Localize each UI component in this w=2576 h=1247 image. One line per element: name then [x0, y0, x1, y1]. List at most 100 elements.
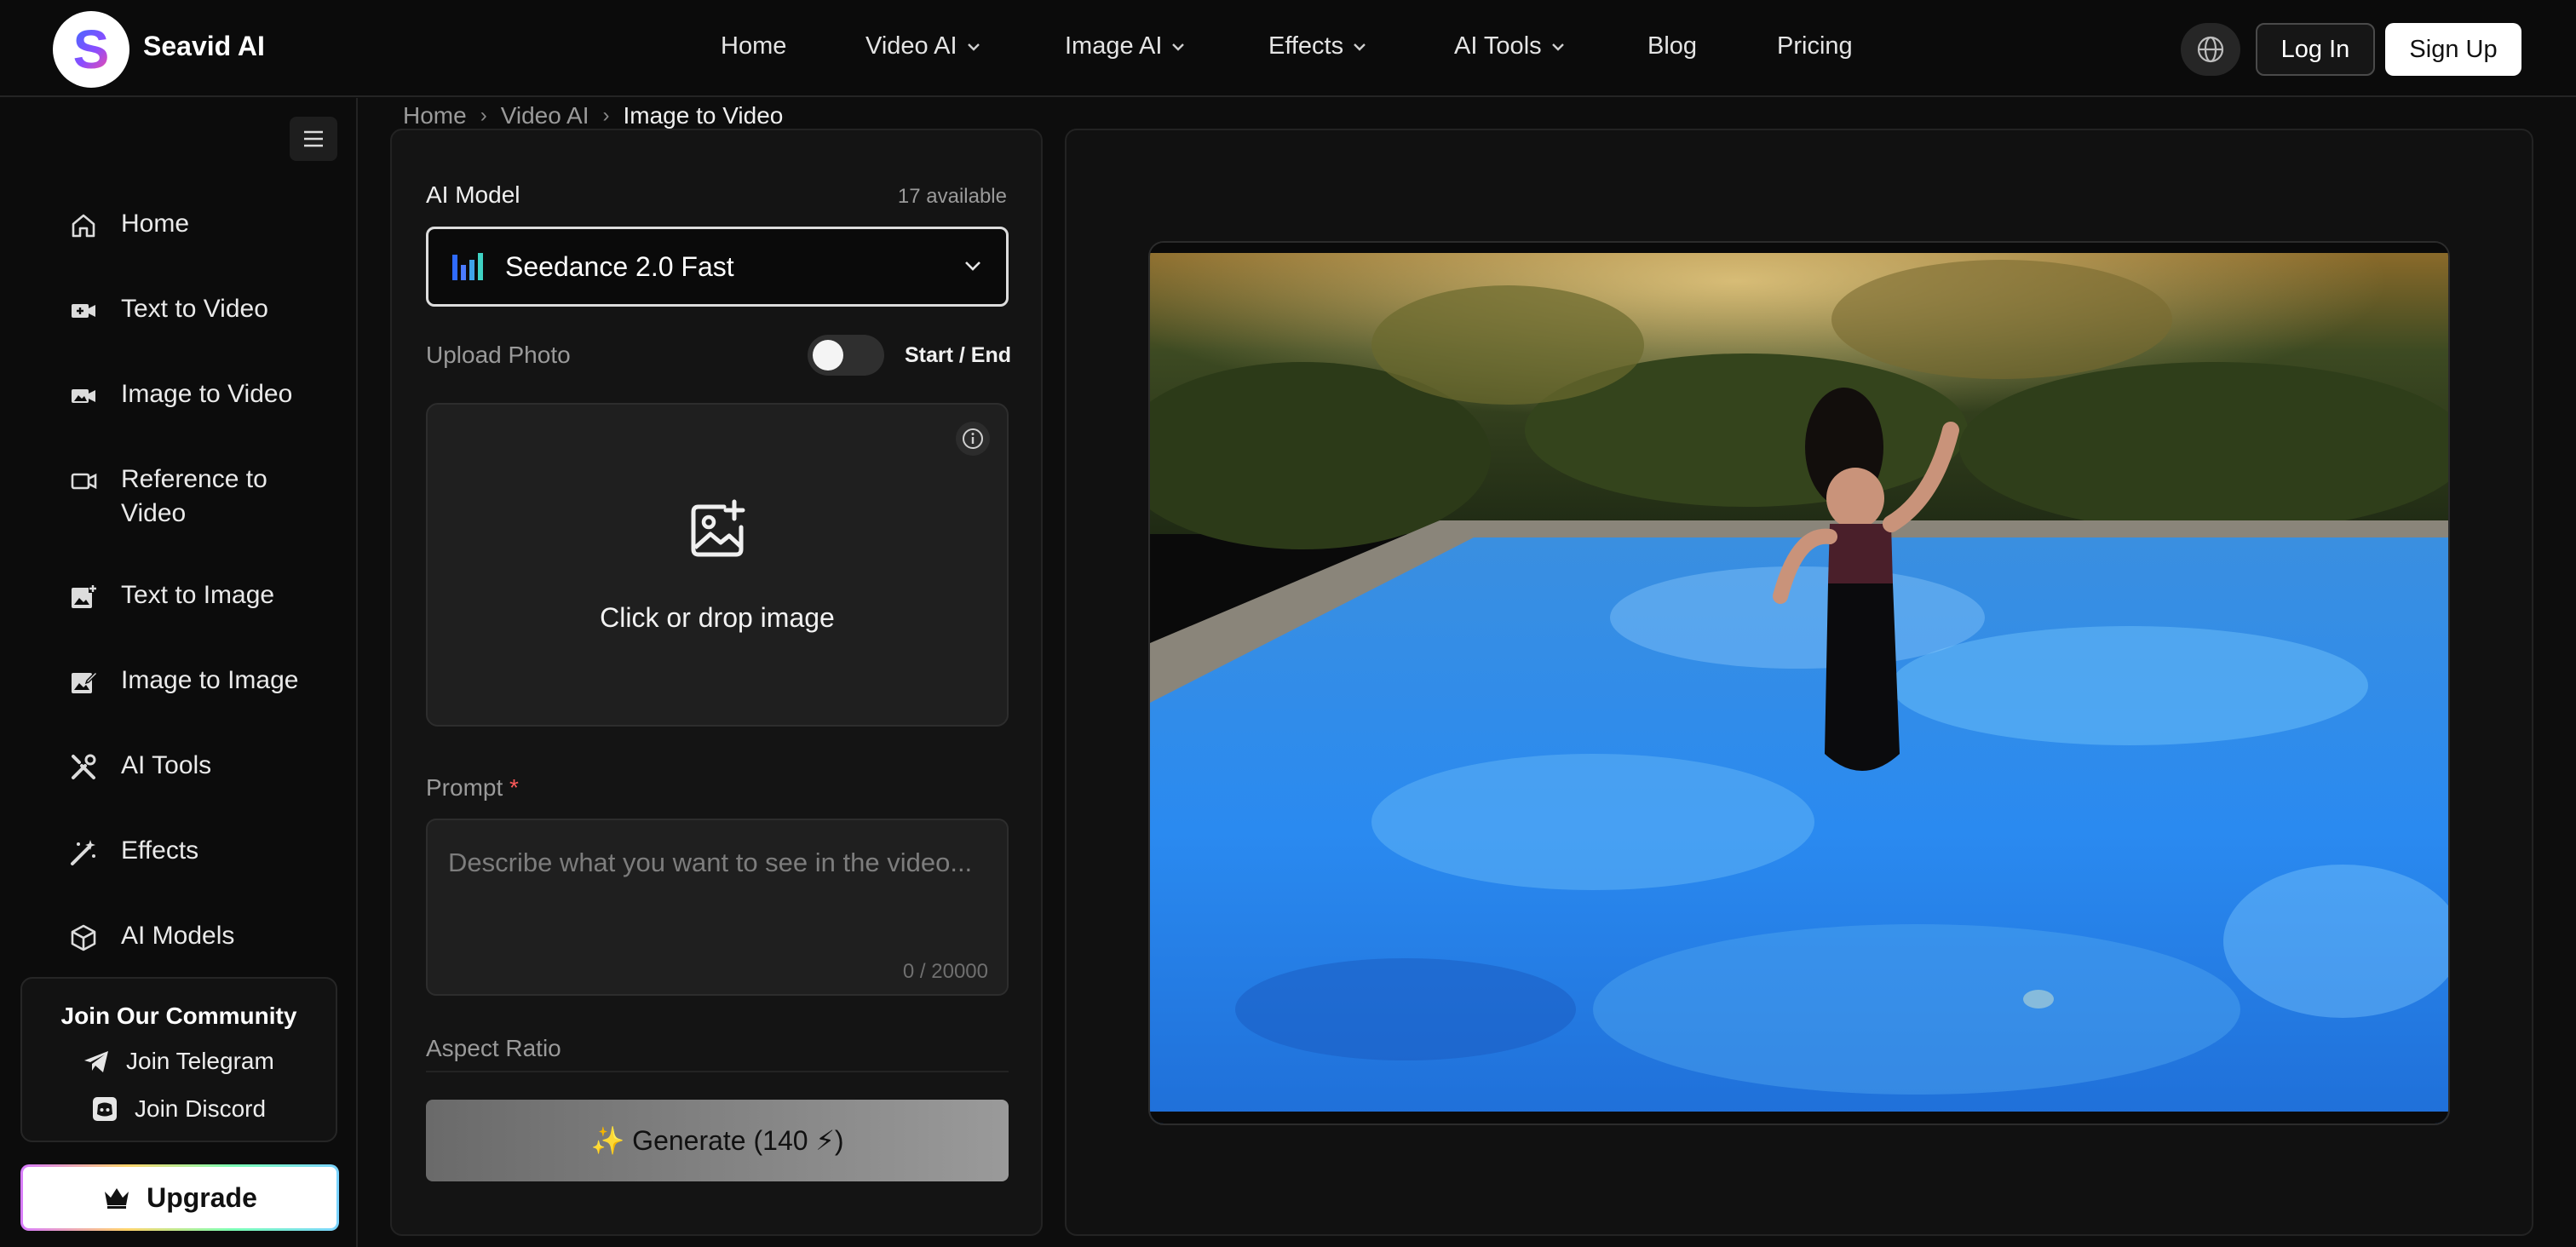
- nav-effects[interactable]: Effects: [1268, 32, 1367, 60]
- discord-icon: [93, 1097, 117, 1121]
- globe-icon: [2197, 36, 2224, 63]
- prompt-char-counter: 0 / 20000: [902, 960, 988, 983]
- join-telegram-label: Join Telegram: [126, 1048, 274, 1074]
- login-button[interactable]: Log In: [2256, 23, 2375, 76]
- image-upload-dropzone[interactable]: Click or drop image: [426, 403, 1009, 727]
- menu-icon: [304, 130, 323, 147]
- chevron-down-icon: [967, 43, 980, 51]
- nav-pricing-label: Pricing: [1777, 32, 1853, 60]
- brand-name[interactable]: Seavid AI: [143, 31, 265, 62]
- model-selected: Seedance 2.0 Fast: [505, 250, 734, 282]
- sidebar-item-image-to-image[interactable]: Image to Image: [68, 664, 298, 698]
- brand-logo[interactable]: S: [53, 11, 129, 88]
- nav-pricing[interactable]: Pricing: [1777, 32, 1853, 60]
- divider: [426, 1071, 1009, 1072]
- sidebar-item-label: Home: [121, 210, 190, 238]
- preview-image: [1150, 243, 2448, 1123]
- nav-blog-label: Blog: [1647, 32, 1698, 60]
- nav-ai-tools-label: AI Tools: [1454, 32, 1542, 60]
- upgrade-label: Upgrade: [147, 1181, 257, 1213]
- generation-form: AI Model 17 available Seedance 2.0 Fast …: [390, 129, 1043, 1236]
- join-telegram-link[interactable]: Join Telegram: [82, 1047, 274, 1076]
- image-plus-icon: [72, 584, 97, 608]
- aspect-ratio-label: Aspect Ratio: [426, 1035, 561, 1061]
- sidebar-item-text-to-video[interactable]: Text to Video: [68, 292, 268, 326]
- sidebar-item-label: Text to Video: [121, 295, 268, 323]
- generate-button[interactable]: ✨ Generate (140 ⚡): [426, 1100, 1009, 1181]
- chevron-down-icon: [1354, 43, 1366, 51]
- sidebar-collapse-button[interactable]: [290, 117, 337, 161]
- cube-icon: [71, 924, 96, 951]
- sidebar: Home Text to Video Image to Video Refere…: [0, 98, 358, 1247]
- chevron-right-icon: ›: [602, 104, 610, 127]
- model-count: 17 available: [897, 185, 1007, 208]
- chevron-down-icon: [965, 261, 980, 271]
- prompt-field: 0 / 20000: [426, 819, 1009, 996]
- upgrade-button[interactable]: Upgrade: [20, 1164, 339, 1231]
- preview-panel: [1065, 129, 2533, 1236]
- chevron-down-icon: [1172, 43, 1185, 51]
- chevron-down-icon: [1551, 43, 1564, 51]
- sidebar-item-label: Image to Video: [121, 380, 293, 408]
- sidebar-item-label: Effects: [121, 836, 199, 865]
- sidebar-item-label: Image to Image: [121, 666, 299, 694]
- brand-logo-letter: S: [72, 19, 110, 80]
- upload-hint: Click or drop image: [600, 602, 835, 633]
- prompt-input[interactable]: [448, 841, 985, 951]
- sidebar-item-label: Text to Image: [121, 581, 275, 609]
- magic-wand-icon: [71, 840, 95, 865]
- join-discord-link[interactable]: Join Discord: [90, 1095, 266, 1123]
- join-discord-label: Join Discord: [135, 1095, 267, 1122]
- sidebar-item-ai-models[interactable]: AI Models: [68, 919, 234, 953]
- nav-blog[interactable]: Blog: [1647, 32, 1697, 60]
- info-icon[interactable]: [956, 422, 990, 456]
- model-select[interactable]: Seedance 2.0 Fast: [426, 227, 1009, 307]
- community-title: Join Our Community: [60, 1003, 297, 1029]
- breadcrumb: Home › Video AI › Image to Video: [403, 102, 783, 129]
- sidebar-item-label: AI Models: [121, 922, 235, 950]
- nav-video-ai[interactable]: Video AI: [865, 32, 981, 60]
- image-video-icon: [72, 389, 95, 403]
- start-end-toggle[interactable]: [808, 335, 884, 376]
- signup-button[interactable]: Sign Up: [2385, 23, 2521, 76]
- toggle-knob: [813, 340, 843, 371]
- required-mark: *: [509, 774, 519, 801]
- sidebar-item-home[interactable]: Home: [68, 207, 189, 241]
- prompt-label: Prompt: [426, 774, 503, 801]
- tools-icon: [72, 754, 96, 779]
- nav-image-ai-label: Image AI: [1065, 32, 1163, 60]
- seedance-logo-icon: [452, 253, 483, 280]
- image-plus-icon: [691, 499, 745, 557]
- home-icon: [72, 214, 95, 238]
- preview-video[interactable]: [1148, 241, 2450, 1125]
- prompt-label-row: Prompt *: [426, 774, 519, 802]
- nav-ai-tools[interactable]: AI Tools: [1454, 32, 1566, 60]
- nav-effects-label: Effects: [1268, 32, 1344, 60]
- sidebar-item-text-to-image[interactable]: Text to Image: [68, 578, 274, 612]
- nav-video-ai-label: Video AI: [865, 32, 957, 60]
- community-card: Join Our Community Join Telegram Join Di…: [20, 977, 337, 1142]
- breadcrumb-video-ai[interactable]: Video AI: [501, 102, 589, 129]
- ai-model-label: AI Model: [426, 181, 520, 208]
- image-edit-icon: [72, 670, 99, 693]
- top-navigation: S Seavid AI Home Video AI Image AI Effec…: [0, 0, 2576, 97]
- video-camera-icon: [71, 473, 97, 490]
- crown-icon: [105, 1188, 129, 1209]
- nav-home[interactable]: Home: [721, 32, 786, 60]
- language-button[interactable]: [2181, 23, 2240, 76]
- telegram-icon: [84, 1051, 108, 1072]
- video-plus-icon: [72, 304, 95, 318]
- sidebar-item-effects[interactable]: Effects: [68, 834, 198, 868]
- upload-photo-label: Upload Photo: [426, 342, 571, 368]
- sidebar-item-label: Reference to Video: [121, 465, 267, 527]
- chevron-right-icon: ›: [480, 104, 487, 127]
- sidebar-item-ai-tools[interactable]: AI Tools: [68, 749, 211, 783]
- start-end-label: Start / End: [905, 343, 1012, 367]
- sidebar-item-image-to-video[interactable]: Image to Video: [68, 377, 292, 411]
- sidebar-item-label: AI Tools: [121, 751, 212, 779]
- nav-image-ai[interactable]: Image AI: [1065, 32, 1186, 60]
- nav-home-label: Home: [721, 32, 787, 60]
- sidebar-item-reference-to-video[interactable]: Reference to Video: [68, 463, 324, 531]
- breadcrumb-home[interactable]: Home: [403, 102, 467, 129]
- breadcrumb-current: Image to Video: [623, 102, 784, 129]
